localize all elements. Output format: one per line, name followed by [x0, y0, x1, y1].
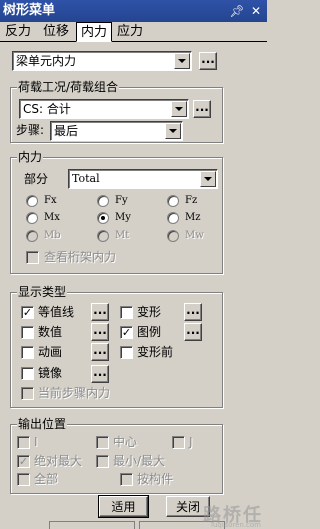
step-label: 步骤: — [16, 123, 45, 137]
tab-internal-force[interactable]: 内力 — [76, 22, 112, 42]
tab-stress[interactable]: 应力 — [114, 22, 146, 42]
min-max-checkbox — [96, 455, 109, 468]
by-member-label: 按构件 — [137, 472, 174, 486]
tab-reaction[interactable]: 反力 — [2, 22, 34, 42]
radio-fy[interactable] — [97, 195, 109, 207]
radio-my-label: My — [115, 212, 131, 223]
load-case-select[interactable]: CS: 合计 — [19, 99, 189, 119]
animation-checkbox[interactable] — [21, 346, 34, 359]
abs-max-label: 绝对最大 — [34, 454, 83, 468]
radio-fy-label: Fy — [115, 195, 128, 206]
position-center-label: 中心 — [113, 435, 138, 449]
load-case-more-button[interactable]: ... — [193, 100, 211, 118]
tab-displacement[interactable]: 位移 — [38, 22, 74, 42]
radio-mw — [167, 230, 179, 242]
radio-fx[interactable] — [26, 195, 38, 207]
chevron-down-icon[interactable] — [200, 171, 216, 187]
values-label: 数值 — [38, 325, 63, 339]
animation-label: 动画 — [38, 345, 63, 359]
window-title: 树形菜单 — [3, 3, 56, 18]
window-title-bar: 树形菜单 — [0, 0, 267, 22]
component-select[interactable]: Total — [68, 169, 218, 189]
legend-label: 图例 — [137, 325, 162, 339]
radio-mb — [26, 230, 38, 242]
values-options-button[interactable]: ... — [91, 323, 109, 341]
radio-fx-label: Fx — [44, 195, 57, 206]
truss-force-checkbox — [26, 251, 39, 264]
min-max-label: 最小/最大 — [113, 454, 166, 468]
undeformed-checkbox[interactable] — [120, 346, 133, 359]
pin-icon[interactable]: 📌︎ — [229, 3, 245, 19]
contour-checkbox[interactable]: ✓ — [21, 306, 34, 319]
truss-force-label: 查看桁架内力 — [44, 250, 117, 264]
radio-mx-label: Mx — [44, 212, 60, 223]
animation-options-button[interactable]: ... — [91, 343, 109, 361]
by-member-checkbox — [120, 473, 133, 486]
display-type-group-title: 显示类型 — [17, 285, 68, 299]
element-type-select[interactable]: 梁单元内力 — [12, 51, 192, 71]
step-select[interactable]: 最后 — [50, 121, 183, 141]
radio-mt-label: Mt — [115, 230, 130, 241]
tab-strip: 反力 位移 内力 应力 — [0, 22, 267, 42]
deform-label: 变形 — [137, 305, 162, 319]
position-i-label: I — [34, 435, 38, 449]
component-label: 部分 — [24, 172, 49, 186]
step-value: 最后 — [54, 124, 79, 138]
chevron-down-icon[interactable] — [171, 101, 187, 117]
current-step-label: 当前步骤内力 — [38, 386, 111, 400]
radio-my[interactable] — [97, 212, 109, 224]
bottom-toolbar-left — [49, 521, 135, 529]
contour-label: 等值线 — [38, 305, 75, 319]
position-j-checkbox — [172, 436, 185, 449]
legend-checkbox[interactable]: ✓ — [120, 326, 133, 339]
chevron-down-icon[interactable] — [174, 53, 190, 69]
values-checkbox[interactable] — [21, 326, 34, 339]
radio-fz-label: Fz — [185, 195, 198, 206]
internal-force-group-title: 内力 — [17, 150, 44, 164]
radio-mx[interactable] — [26, 212, 38, 224]
watermark-url: luqiaoren.com — [211, 521, 261, 529]
position-j-label: J — [189, 435, 193, 449]
output-position-group-title: 输出位置 — [17, 417, 68, 431]
title-bar-buttons: 📌︎ ✕ — [229, 3, 264, 19]
mirror-label: 镜像 — [38, 366, 63, 380]
radio-mb-label: Mb — [44, 230, 61, 241]
abs-max-checkbox: ✓ — [17, 455, 30, 468]
current-step-checkbox — [21, 387, 34, 400]
component-value: Total — [72, 172, 100, 185]
undeformed-label: 变形前 — [137, 345, 174, 359]
position-i-checkbox — [17, 436, 30, 449]
all-checkbox — [17, 473, 30, 486]
radio-mt — [97, 230, 109, 242]
load-case-value: CS: 合计 — [23, 102, 71, 116]
load-case-group-title: 荷载工况/荷载组合 — [17, 80, 120, 94]
deform-options-button[interactable]: ... — [184, 303, 202, 321]
all-label: 全部 — [34, 472, 59, 486]
radio-selected-dot — [101, 216, 105, 220]
element-type-more-button[interactable]: ... — [199, 52, 217, 70]
radio-fz[interactable] — [167, 195, 179, 207]
deform-checkbox[interactable] — [120, 306, 133, 319]
mirror-options-button[interactable]: ... — [91, 365, 109, 383]
radio-mw-label: Mw — [185, 230, 204, 241]
apply-button[interactable]: 适用 — [98, 495, 149, 518]
element-type-value: 梁单元内力 — [16, 54, 77, 68]
radio-mz[interactable] — [167, 212, 179, 224]
contour-options-button[interactable]: ... — [91, 303, 109, 321]
position-center-checkbox — [96, 436, 109, 449]
chevron-down-icon[interactable] — [165, 123, 181, 139]
radio-mz-label: Mz — [185, 212, 201, 223]
legend-options-button[interactable]: ... — [184, 323, 202, 341]
close-icon[interactable]: ✕ — [248, 3, 264, 19]
mirror-checkbox[interactable] — [21, 367, 34, 380]
